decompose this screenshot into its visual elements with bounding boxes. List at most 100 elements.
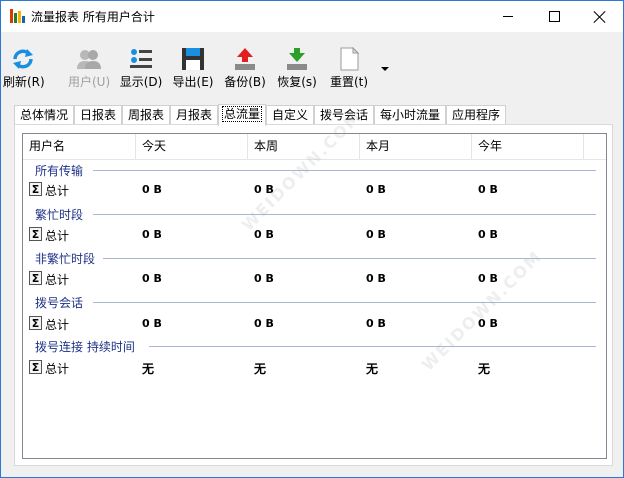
app-window: 流量报表 所有用户合计 刷新(R) 用户(U) 显示(D) 导出(E) 备份(B… (0, 0, 624, 478)
save-disk-icon (182, 48, 204, 70)
row-label: 总计 (45, 273, 70, 287)
row-label: 总计 (45, 318, 70, 332)
column-header-today[interactable]: 今天 (136, 134, 248, 159)
cell-this-month: 无 (366, 362, 379, 376)
maximize-icon (548, 11, 560, 22)
users-button[interactable]: 用户(U) (68, 45, 110, 91)
group-divider (93, 170, 596, 171)
tab-overview[interactable]: 总体情况 (14, 105, 74, 125)
reset-label: 重置(t) (329, 75, 369, 89)
table-row[interactable]: Σ 总计 0 B 0 B 0 B 0 B (23, 181, 606, 199)
restore-button[interactable]: 恢复(s) (275, 45, 319, 91)
tab-label: 每小时流量 (379, 108, 440, 122)
app-bar-chart-icon (10, 9, 25, 23)
refresh-button[interactable]: 刷新(R) (3, 45, 45, 91)
sigma-icon: Σ (29, 271, 42, 285)
tab-label: 应用程序 (451, 108, 500, 122)
column-header-username[interactable]: 用户名 (23, 134, 136, 159)
traffic-list-view[interactable]: 用户名 今天 本周 本月 今年 所有传输 Σ 总计 0 B 0 B 0 B 0 … (22, 133, 607, 459)
close-button[interactable] (577, 1, 623, 32)
users-label: 用户(U) (68, 75, 111, 89)
export-button[interactable]: 导出(E) (171, 45, 215, 91)
group-title[interactable]: 拨号连接 持续时间 (35, 338, 139, 355)
refresh-icon (13, 49, 33, 69)
group-title[interactable]: 拨号会话 (35, 294, 88, 311)
backup-button[interactable]: 备份(B) (223, 45, 267, 91)
close-icon (594, 11, 606, 23)
row-label: 总计 (45, 362, 70, 376)
cell-this-week: 0 B (254, 183, 274, 196)
cell-this-year: 0 B (478, 183, 498, 196)
cell-today: 0 B (142, 272, 162, 285)
sigma-icon: Σ (29, 227, 42, 241)
list-header: 用户名 今天 本周 本月 今年 (23, 134, 606, 160)
backup-label: 备份(B) (224, 75, 266, 89)
tab-label: 周报表 (127, 108, 164, 122)
export-label: 导出(E) (172, 75, 214, 89)
cell-this-year: 0 B (478, 272, 498, 285)
column-header-this-week[interactable]: 本周 (248, 134, 360, 159)
minimize-button[interactable] (485, 1, 531, 32)
tab-applications[interactable]: 应用程序 (446, 105, 506, 125)
minimize-icon (503, 16, 513, 17)
cell-today: 0 B (142, 317, 162, 330)
column-header-this-month[interactable]: 本月 (360, 134, 472, 159)
window-title: 流量报表 所有用户合计 (31, 10, 155, 24)
tab-weekly[interactable]: 周报表 (122, 105, 170, 125)
cell-this-year: 无 (478, 362, 491, 376)
tab-label: 总流量 (221, 106, 263, 122)
cell-this-week: 无 (254, 362, 267, 376)
cell-today: 0 B (142, 183, 162, 196)
tab-daily[interactable]: 日报表 (74, 105, 122, 125)
users-icon (77, 50, 101, 69)
table-row[interactable]: Σ 总计 无 无 无 无 (23, 359, 606, 377)
upload-arrow-icon (235, 48, 255, 70)
sigma-icon: Σ (29, 316, 42, 330)
reset-button[interactable]: 重置(t) (327, 45, 371, 91)
cell-this-week: 0 B (254, 272, 274, 285)
tab-label: 自定义 (271, 108, 308, 122)
group-title[interactable]: 繁忙时段 (35, 206, 88, 223)
group-title[interactable]: 所有传输 (35, 162, 88, 179)
table-row[interactable]: Σ 总计 0 B 0 B 0 B 0 B (23, 226, 606, 244)
tab-hourly-traffic[interactable]: 每小时流量 (374, 105, 446, 125)
tab-content-panel: 用户名 今天 本周 本月 今年 所有传输 Σ 总计 0 B 0 B 0 B 0 … (14, 124, 613, 466)
toolbar: 刷新(R) 用户(U) 显示(D) 导出(E) 备份(B) 恢复(s) 重置(t… (1, 45, 623, 95)
title-bar: 流量报表 所有用户合计 (1, 1, 623, 32)
display-label: 显示(D) (119, 75, 163, 89)
cell-this-month: 0 B (366, 183, 386, 196)
tab-custom[interactable]: 自定义 (266, 105, 314, 125)
tab-dialup-sessions[interactable]: 拨号会话 (314, 105, 374, 125)
sigma-icon: Σ (29, 182, 42, 196)
cell-this-month: 0 B (366, 317, 386, 330)
cell-this-month: 0 B (366, 228, 386, 241)
cell-this-year: 0 B (478, 317, 498, 330)
download-arrow-icon (287, 48, 307, 70)
table-row[interactable]: Σ 总计 0 B 0 B 0 B 0 B (23, 315, 606, 333)
cell-this-week: 0 B (254, 228, 274, 241)
display-button[interactable]: 显示(D) (119, 45, 163, 91)
tab-label: 总体情况 (19, 108, 68, 122)
group-divider (93, 302, 596, 303)
cell-this-year: 0 B (478, 228, 498, 241)
column-header-this-year[interactable]: 今年 (472, 134, 584, 159)
row-label: 总计 (45, 184, 70, 198)
restore-label: 恢复(s) (277, 75, 317, 89)
maximize-button[interactable] (531, 1, 577, 32)
tab-monthly[interactable]: 月报表 (170, 105, 218, 125)
display-list-icon (130, 49, 152, 68)
reset-dropdown-arrow-icon[interactable] (381, 67, 389, 71)
cell-today: 0 B (142, 228, 162, 241)
table-row[interactable]: Σ 总计 0 B 0 B 0 B 0 B (23, 270, 606, 288)
sigma-icon: Σ (29, 360, 42, 374)
group-divider (103, 258, 596, 259)
tab-label: 月报表 (175, 108, 212, 122)
cell-today: 无 (142, 362, 155, 376)
row-label: 总计 (45, 229, 70, 243)
tab-total-traffic[interactable]: 总流量 (218, 104, 266, 126)
group-title[interactable]: 非繁忙时段 (35, 250, 100, 267)
refresh-label: 刷新(R) (3, 75, 45, 89)
tab-label: 日报表 (79, 108, 116, 122)
group-divider (149, 346, 596, 347)
group-divider (93, 214, 596, 215)
